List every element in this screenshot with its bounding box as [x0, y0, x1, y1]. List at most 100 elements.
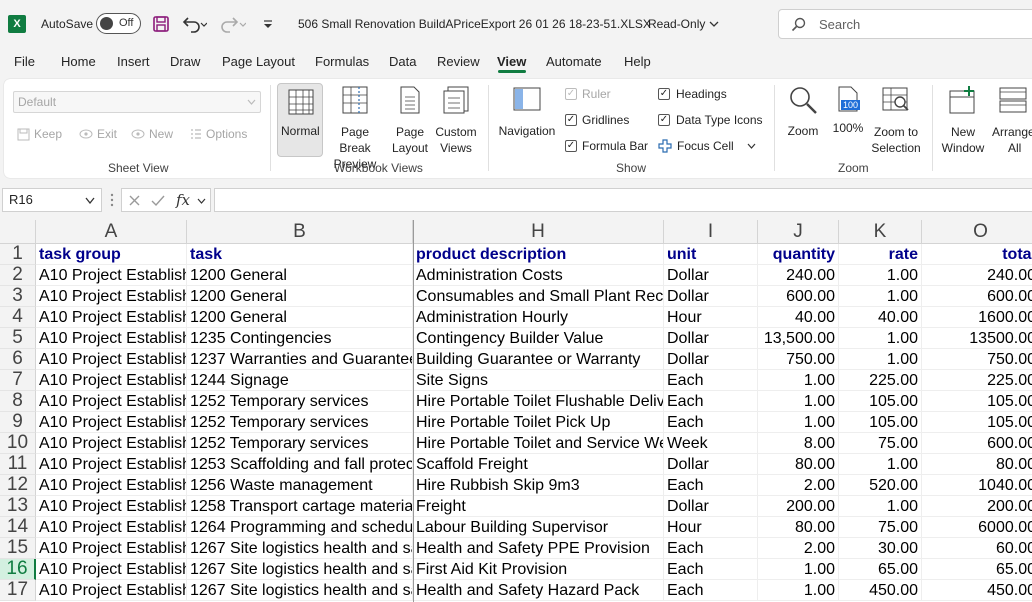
custom-views-button[interactable]: Custom Views	[432, 85, 480, 156]
table-cell[interactable]: Each	[664, 412, 758, 433]
table-cell[interactable]: 1258 Transport cartage materials	[187, 496, 413, 517]
ruler-checkbox[interactable]: ✓	[565, 88, 577, 100]
table-cell[interactable]: 1600.00	[922, 307, 1032, 328]
table-cell[interactable]: Each	[664, 559, 758, 580]
table-cell[interactable]: 1200 General	[187, 307, 413, 328]
table-cell[interactable]: A10 Project Establishment	[36, 391, 187, 412]
headings-checkbox[interactable]: ✓	[658, 88, 670, 100]
table-cell[interactable]: Building Guarantee or Warranty	[413, 349, 664, 370]
column-header-b[interactable]: B	[187, 220, 413, 244]
table-cell[interactable]: A10 Project Establishment	[36, 496, 187, 517]
table-cell[interactable]: A10 Project Establishment	[36, 328, 187, 349]
table-cell[interactable]: 1.00	[758, 412, 839, 433]
table-cell[interactable]: Each	[664, 475, 758, 496]
table-cell[interactable]: Health and Safety Hazard Pack	[413, 580, 664, 601]
table-cell[interactable]: Dollar	[664, 496, 758, 517]
insert-function-icon[interactable]: fx	[176, 191, 190, 209]
header-cell[interactable]: task group	[36, 244, 187, 265]
row-header-6[interactable]: 6	[0, 348, 36, 370]
table-cell[interactable]: A10 Project Establishment	[36, 580, 187, 601]
column-header-j[interactable]: J	[758, 220, 839, 244]
table-cell[interactable]: 105.00	[922, 412, 1032, 433]
table-cell[interactable]: 1.00	[839, 265, 922, 286]
table-cell[interactable]: 1.00	[758, 370, 839, 391]
table-cell[interactable]: Dollar	[664, 265, 758, 286]
table-cell[interactable]: 1.00	[839, 328, 922, 349]
table-cell[interactable]: Week	[664, 433, 758, 454]
table-cell[interactable]: 2.00	[758, 538, 839, 559]
save-icon[interactable]	[152, 0, 170, 48]
column-header-o[interactable]: O	[922, 220, 1032, 244]
column-header-a[interactable]: A	[36, 220, 187, 244]
header-cell[interactable]: task	[187, 244, 413, 265]
table-cell[interactable]: Dollar	[664, 454, 758, 475]
table-cell[interactable]: A10 Project Establishment	[36, 286, 187, 307]
table-cell[interactable]: Hire Portable Toilet Pick Up	[413, 412, 664, 433]
table-cell[interactable]: 2.00	[758, 475, 839, 496]
table-cell[interactable]: 1267 Site logistics health and safety	[187, 580, 413, 601]
table-cell[interactable]: 520.00	[839, 475, 922, 496]
row-header-3[interactable]: 3	[0, 285, 36, 307]
table-cell[interactable]: 1264 Programming and scheduling	[187, 517, 413, 538]
table-cell[interactable]: A10 Project Establishment	[36, 454, 187, 475]
new-view-button[interactable]: New	[131, 127, 173, 141]
table-cell[interactable]: Administration Hourly	[413, 307, 664, 328]
table-cell[interactable]: 1244 Signage	[187, 370, 413, 391]
row-header-1[interactable]: 1	[0, 243, 36, 265]
page-break-preview-button[interactable]: Page Break Preview	[324, 85, 386, 172]
table-cell[interactable]: A10 Project Establishment	[36, 433, 187, 454]
enter-check-icon[interactable]	[151, 194, 165, 207]
table-cell[interactable]: 1200 General	[187, 286, 413, 307]
table-cell[interactable]: 225.00	[839, 370, 922, 391]
table-cell[interactable]: Health and Safety PPE Provision	[413, 538, 664, 559]
read-only-label[interactable]: Read-Only	[648, 0, 719, 48]
table-cell[interactable]: 1040.00	[922, 475, 1032, 496]
keep-button[interactable]: Keep	[17, 127, 62, 141]
table-cell[interactable]: A10 Project Establishment	[36, 307, 187, 328]
row-header-2[interactable]: 2	[0, 264, 36, 286]
select-all-corner[interactable]	[0, 220, 36, 244]
header-cell[interactable]: unit	[664, 244, 758, 265]
table-cell[interactable]: 600.00	[758, 286, 839, 307]
normal-view-button[interactable]: Normal	[277, 83, 323, 157]
table-cell[interactable]: 1200 General	[187, 265, 413, 286]
formula-bar-checkbox[interactable]: ✓	[565, 140, 577, 152]
row-header-11[interactable]: 11	[0, 453, 36, 475]
autosave-toggle[interactable]: Off	[96, 13, 141, 34]
table-cell[interactable]: 13500.00	[922, 328, 1032, 349]
table-cell[interactable]: 1.00	[758, 391, 839, 412]
table-cell[interactable]: 65.00	[839, 559, 922, 580]
zoom-to-selection-button[interactable]: Zoom to Selection	[868, 85, 924, 156]
tab-page-layout[interactable]: Page Layout	[222, 54, 295, 69]
options-button[interactable]: Options	[190, 127, 247, 141]
tab-draw[interactable]: Draw	[170, 54, 200, 69]
tab-view[interactable]: View	[497, 54, 526, 69]
table-cell[interactable]: 240.00	[758, 265, 839, 286]
customize-qat-icon[interactable]	[262, 0, 274, 48]
row-header-13[interactable]: 13	[0, 495, 36, 517]
column-header-h[interactable]: H	[413, 220, 664, 244]
tab-review[interactable]: Review	[437, 54, 480, 69]
zoom-button[interactable]: Zoom	[782, 85, 824, 138]
table-cell[interactable]: A10 Project Establishment	[36, 559, 187, 580]
table-cell[interactable]: 105.00	[922, 391, 1032, 412]
table-cell[interactable]: A10 Project Establishment	[36, 517, 187, 538]
page-layout-view-button[interactable]: Page Layout	[390, 85, 430, 156]
table-cell[interactable]: Hour	[664, 307, 758, 328]
table-cell[interactable]: 105.00	[839, 412, 922, 433]
tab-data[interactable]: Data	[389, 54, 416, 69]
table-cell[interactable]: 105.00	[839, 391, 922, 412]
undo-icon[interactable]	[181, 0, 207, 48]
drag-handle-icon[interactable]	[110, 193, 114, 207]
table-cell[interactable]: 225.00	[922, 370, 1032, 391]
data-type-icons-checkbox[interactable]: ✓	[658, 114, 670, 126]
table-cell[interactable]: 8.00	[758, 433, 839, 454]
table-cell[interactable]: 6000.00	[922, 517, 1032, 538]
tab-help[interactable]: Help	[624, 54, 651, 69]
table-cell[interactable]: Dollar	[664, 349, 758, 370]
table-cell[interactable]: Dollar	[664, 328, 758, 349]
table-cell[interactable]: 1.00	[839, 454, 922, 475]
row-header-15[interactable]: 15	[0, 537, 36, 559]
table-cell[interactable]: 40.00	[839, 307, 922, 328]
table-cell[interactable]: 30.00	[839, 538, 922, 559]
